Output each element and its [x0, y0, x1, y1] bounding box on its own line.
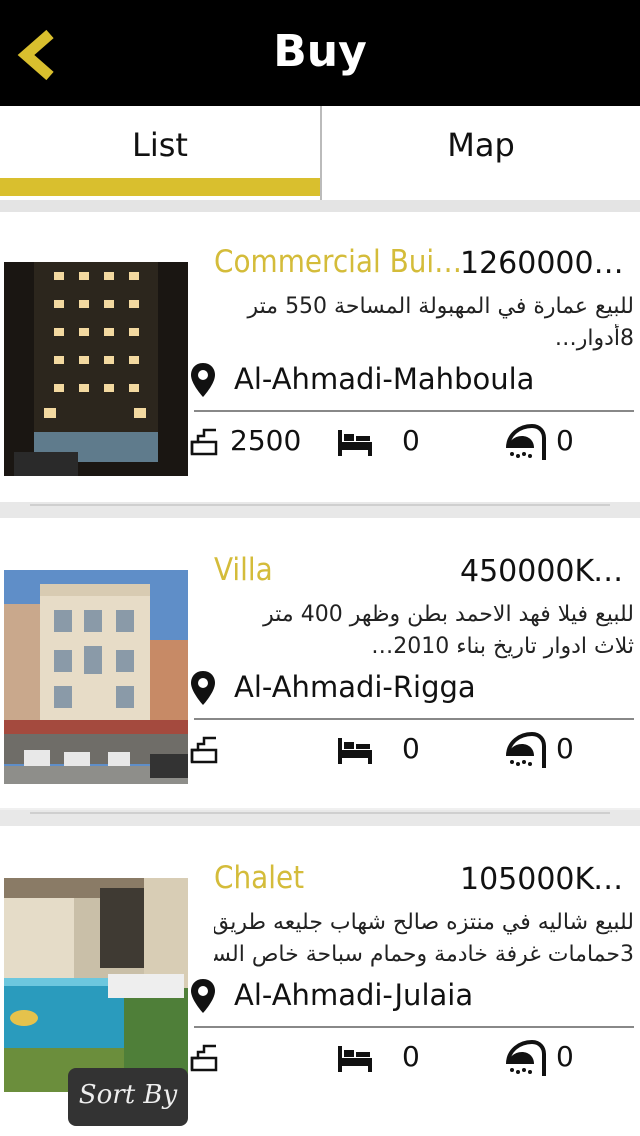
tab-list-label: List	[132, 126, 188, 164]
location-pin-icon	[191, 363, 215, 397]
listing-title: Chalet	[214, 860, 305, 896]
listing-title: Commercial Bui…	[214, 244, 463, 280]
baths-value: 0	[556, 1040, 574, 1073]
bath-shower-icon	[506, 1039, 546, 1076]
listing-description-line-1: للبيع عمارة في المهبولة المساحة 550 متر	[247, 294, 635, 319]
sort-by-button[interactable]: Sort By	[68, 1068, 188, 1126]
area-value: 2500	[230, 424, 302, 457]
bath-shower-icon	[506, 731, 546, 768]
listing-description-line-2: ثلاث ادوار تاريخ بناء 2010…	[371, 634, 634, 659]
tab-map[interactable]: Map	[320, 106, 640, 202]
bed-icon	[338, 1046, 372, 1072]
divider	[194, 718, 634, 720]
listing-title: Villa	[214, 552, 273, 588]
area-icon	[190, 1044, 218, 1072]
bath-shower-icon	[506, 423, 546, 460]
listing-description-line-2: 8أدوار…	[554, 326, 634, 351]
listing-location: Al-Ahmadi-Mahboula	[234, 362, 535, 396]
divider	[30, 504, 610, 506]
listing-description-line-1: للبيع فيلا فهد الاحمد بطن وظهر 400 متر	[263, 602, 634, 627]
divider	[0, 200, 640, 212]
top-bar: Buy	[0, 0, 640, 106]
baths-value: 0	[556, 732, 574, 765]
tab-list[interactable]: List	[0, 106, 320, 202]
tab-bar: List Map	[0, 106, 640, 202]
listing-card[interactable]: Commercial Bui… 1260000K… للبيع عمارة في…	[0, 212, 640, 502]
listing-photo	[4, 262, 188, 476]
divider	[194, 1026, 634, 1028]
listing-description-line-2: 3حمامات غرفة خادمة وحمام سباحة خاص السـ…	[214, 942, 634, 967]
location-pin-icon	[191, 979, 215, 1013]
divider	[30, 812, 610, 814]
tab-map-label: Map	[447, 126, 515, 164]
listing-card[interactable]: Villa 450000KWD للبيع فيلا فهد الاحمد بط…	[0, 518, 640, 808]
divider	[194, 410, 634, 412]
active-tab-indicator	[0, 178, 320, 196]
bed-icon	[338, 430, 372, 456]
listing-price: 105000KWD	[460, 862, 630, 897]
listing-photo	[4, 878, 188, 1092]
location-pin-icon	[191, 671, 215, 705]
listing-location: Al-Ahmadi-Rigga	[234, 670, 476, 704]
bed-icon	[338, 738, 372, 764]
area-icon	[190, 736, 218, 764]
baths-value: 0	[556, 424, 574, 457]
beds-value: 0	[402, 1040, 420, 1073]
listing-location: Al-Ahmadi-Julaia	[234, 978, 474, 1012]
listing-price: 450000KWD	[460, 554, 630, 589]
listing-price: 1260000K…	[460, 246, 630, 281]
listing-description-line-1: للبيع شاليه في منتزه صالح شهاب جليعه طري…	[214, 910, 634, 935]
page-title: Buy	[273, 26, 367, 77]
beds-value: 0	[402, 424, 420, 457]
area-icon	[190, 428, 218, 456]
beds-value: 0	[402, 732, 420, 765]
listing-photo	[4, 570, 188, 784]
